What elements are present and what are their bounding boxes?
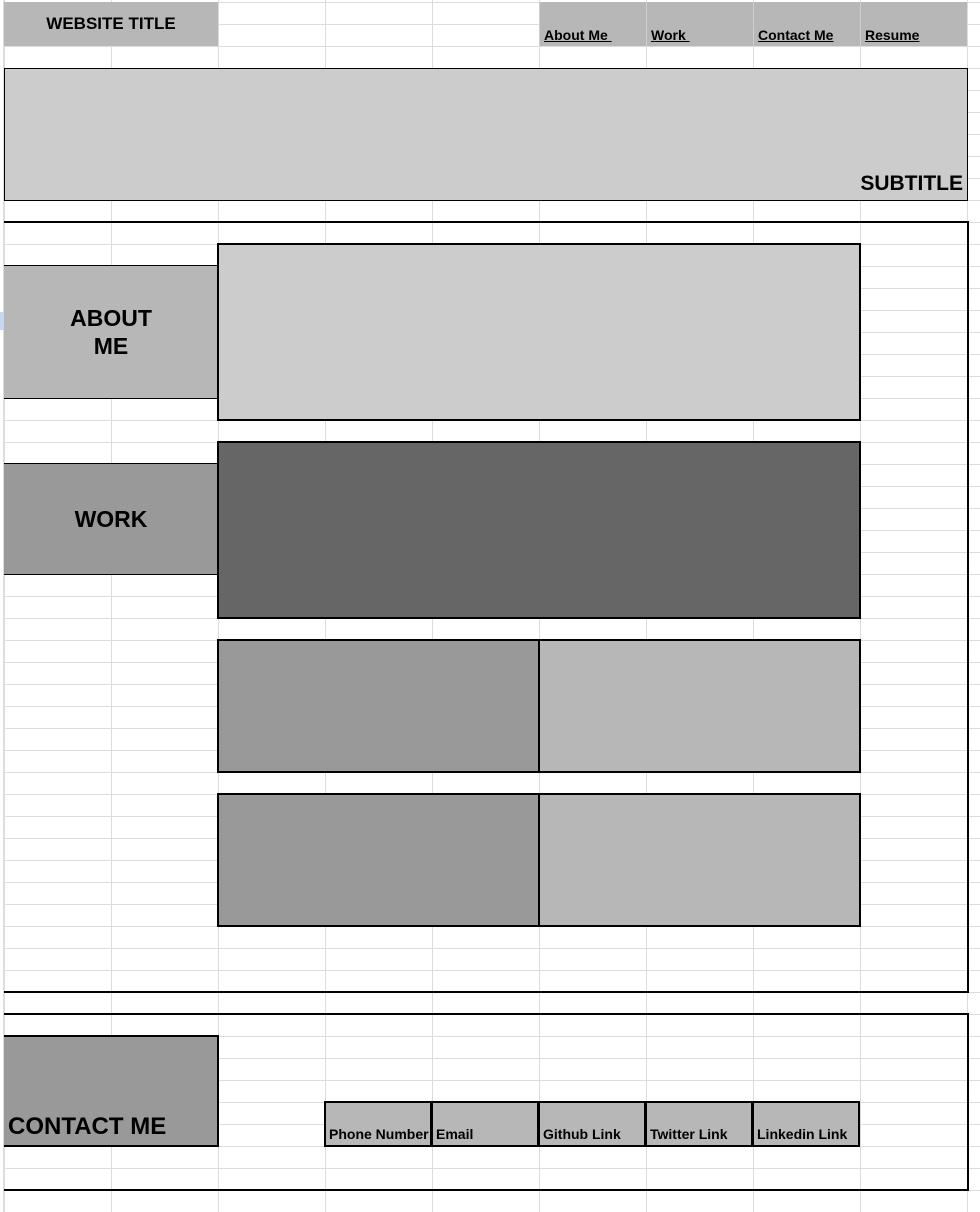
hero-banner: SUBTITLE [4,68,968,201]
contact-link-email[interactable]: Email [431,1101,539,1147]
about-me-label: ABOUT ME [4,265,219,399]
contact-link-phone-number[interactable]: Phone Number [324,1101,432,1147]
work-tile-2 [538,639,861,773]
nav-link-contact-me[interactable]: Contact Me [753,2,860,46]
nav-link-work[interactable]: Work [646,2,753,46]
work-tile-4 [538,793,861,927]
contact-me-label: CONTACT ME [4,1035,219,1147]
hero-subtitle: SUBTITLE [860,172,963,195]
nav-link-about-me[interactable]: About Me [539,2,646,46]
work-feature-box [217,441,861,619]
work-tile-1 [217,639,540,773]
website-title: WEBSITE TITLE [4,2,218,46]
about-me-content-box [217,243,861,421]
contact-link-twitter[interactable]: Twitter Link [645,1101,753,1147]
nav-link-resume[interactable]: Resume [860,2,967,46]
contact-link-github[interactable]: Github Link [538,1101,646,1147]
work-label: WORK [4,463,219,575]
work-tile-3 [217,793,540,927]
about-me-label-text: ABOUT ME [70,305,152,359]
contact-link-linkedin[interactable]: Linkedin Link [752,1101,860,1147]
work-label-text: WORK [74,506,148,532]
